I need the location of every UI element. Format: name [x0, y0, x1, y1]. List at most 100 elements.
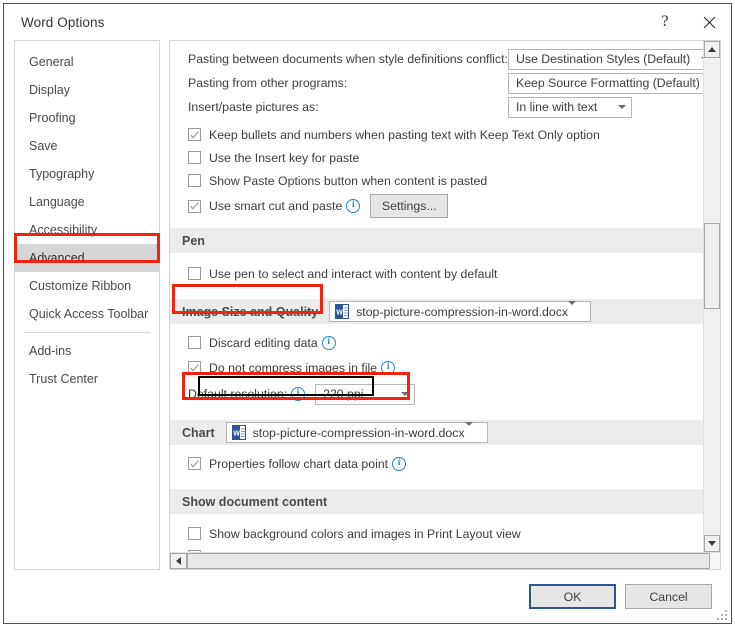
info-icon[interactable]: i [346, 199, 361, 213]
do-not-compress-images-checkbox[interactable] [188, 361, 201, 374]
dialog-footer: OK Cancel [4, 570, 731, 623]
advanced-options-content: Pasting between documents when style def… [170, 41, 703, 552]
word-document-icon: W [335, 304, 350, 319]
horizontal-scrollbar-track[interactable] [187, 553, 710, 569]
discard-editing-data-row[interactable]: Discard editing data i [170, 331, 703, 354]
smart-cut-paste-row[interactable]: Use smart cut and paste i Settings... [170, 192, 703, 220]
word-document-icon: W [231, 425, 246, 440]
svg-text:W: W [233, 431, 240, 438]
main-inner: Pasting between documents when style def… [170, 41, 720, 552]
vertical-scrollbar-thumb[interactable] [704, 223, 720, 309]
default-resolution-label: Default resolution: [188, 387, 288, 401]
show-background-colors-row[interactable]: Show background colors and images in Pri… [170, 522, 703, 545]
default-resolution-dropdown[interactable]: 220 ppi [315, 383, 416, 405]
smart-cut-paste-settings-button[interactable]: Settings... [370, 194, 449, 218]
info-icon[interactable]: i [392, 456, 407, 471]
sidebar-item-language[interactable]: Language [15, 188, 159, 216]
use-pen-select-row[interactable]: Use pen to select and interact with cont… [170, 262, 703, 285]
help-icon[interactable]: ? [643, 7, 687, 37]
info-icon[interactable]: i [381, 360, 396, 375]
chart-section-title: Chart [182, 425, 215, 440]
discard-editing-data-label: Discard editing data [209, 335, 318, 350]
horizontal-scrollbar[interactable] [170, 552, 720, 569]
sidebar-item-add-ins[interactable]: Add-ins [15, 337, 159, 365]
scroll-up-button[interactable] [704, 41, 720, 58]
title-bar: Word Options ? [4, 4, 731, 40]
insert-paste-pictures-row: Insert/paste pictures as: In line with t… [170, 95, 703, 119]
sidebar-item-trust-center[interactable]: Trust Center [15, 365, 159, 393]
paste-style-conflict-value: Use Destination Styles (Default) [516, 52, 691, 66]
insert-key-paste-row[interactable]: Use the Insert key for paste [170, 146, 703, 169]
do-not-compress-images-label: Do not compress images in file [209, 360, 378, 375]
sidebar-item-label: Proofing [29, 111, 76, 125]
sidebar-item-label: General [29, 55, 74, 69]
smart-cut-paste-checkbox[interactable] [188, 199, 201, 213]
options-sidebar: General Display Proofing Save Typography… [14, 40, 160, 570]
show-document-content-section-title: Show document content [182, 494, 328, 509]
window-controls: ? [643, 4, 731, 40]
window-title: Word Options [21, 14, 105, 30]
sidebar-item-typography[interactable]: Typography [15, 160, 159, 188]
chart-scope-dropdown[interactable]: W stop-picture-compression-in-word.docx [225, 421, 488, 443]
chart-scope-value: stop-picture-compression-in-word.docx [252, 425, 465, 440]
default-resolution-value: 220 ppi [323, 387, 364, 401]
show-background-colors-checkbox[interactable] [188, 527, 201, 540]
sidebar-item-save[interactable]: Save [15, 132, 159, 160]
sidebar-item-label: Accessibility [29, 223, 98, 237]
use-pen-select-label: Use pen to select and interact with cont… [209, 266, 498, 281]
properties-follow-chart-label: Properties follow chart data point [209, 456, 389, 471]
sidebar-item-quick-access-toolbar[interactable]: Quick Access Toolbar [15, 300, 159, 328]
show-background-colors-label: Show background colors and images in Pri… [209, 526, 521, 541]
chevron-down-icon [612, 105, 631, 109]
paste-style-conflict-label: Pasting between documents when style def… [188, 52, 508, 66]
pen-section-header: Pen [170, 228, 703, 253]
paste-other-programs-value: Keep Source Formatting (Default) [516, 76, 700, 90]
info-icon[interactable]: i [321, 335, 336, 350]
dialog-body: General Display Proofing Save Typography… [4, 40, 731, 570]
paste-style-conflict-dropdown[interactable]: Use Destination Styles (Default) [508, 48, 703, 70]
smart-cut-paste-label: Use smart cut and paste [209, 199, 343, 213]
keep-bullets-numbers-label: Keep bullets and numbers when pasting te… [209, 127, 600, 142]
keep-bullets-numbers-row[interactable]: Keep bullets and numbers when pasting te… [170, 123, 703, 146]
scroll-left-button[interactable] [170, 553, 187, 569]
properties-follow-chart-row[interactable]: Properties follow chart data point i [170, 452, 703, 475]
do-not-compress-images-row[interactable]: Do not compress images in file i [170, 356, 703, 379]
image-size-quality-scope-value: stop-picture-compression-in-word.docx [356, 304, 569, 319]
discard-editing-data-checkbox[interactable] [188, 336, 201, 349]
ok-button[interactable]: OK [529, 584, 616, 609]
sidebar-item-label: Quick Access Toolbar [29, 307, 149, 321]
properties-follow-chart-checkbox[interactable] [188, 457, 201, 470]
default-resolution-row: Default resolution: i 220 ppi [170, 382, 703, 406]
sidebar-item-accessibility[interactable]: Accessibility [15, 216, 159, 244]
paste-style-conflict-row: Pasting between documents when style def… [170, 47, 703, 71]
vertical-scrollbar[interactable] [703, 41, 720, 552]
scroll-down-button[interactable] [704, 535, 720, 552]
show-paste-options-checkbox[interactable] [188, 174, 201, 187]
sidebar-divider [24, 332, 150, 333]
resize-grip[interactable] [716, 609, 727, 620]
insert-key-paste-checkbox[interactable] [188, 151, 201, 164]
sidebar-item-label: Add-ins [29, 344, 72, 358]
show-text-wrapped-label: Show text wrapped within the document wi… [209, 550, 471, 553]
sidebar-item-proofing[interactable]: Proofing [15, 104, 159, 132]
horizontal-scrollbar-thumb[interactable] [187, 553, 710, 569]
chevron-down-icon [395, 392, 414, 396]
sidebar-item-advanced[interactable]: Advanced [15, 244, 159, 272]
use-pen-select-checkbox[interactable] [188, 267, 201, 280]
sidebar-item-display[interactable]: Display [15, 76, 159, 104]
sidebar-item-general[interactable]: General [15, 48, 159, 76]
sidebar-item-customize-ribbon[interactable]: Customize Ribbon [15, 272, 159, 300]
insert-paste-pictures-dropdown[interactable]: In line with text [508, 96, 632, 118]
show-text-wrapped-checkbox[interactable] [188, 550, 201, 552]
paste-other-programs-dropdown[interactable]: Keep Source Formatting (Default) [508, 72, 703, 94]
info-icon[interactable]: i [291, 387, 306, 401]
insert-paste-pictures-value: In line with text [516, 100, 598, 114]
options-main-pane: Pasting between documents when style def… [169, 40, 721, 570]
cancel-button[interactable]: Cancel [625, 584, 712, 609]
sidebar-item-label: Advanced [29, 251, 85, 265]
keep-bullets-numbers-checkbox[interactable] [188, 128, 201, 141]
close-icon[interactable] [687, 7, 731, 37]
image-size-quality-scope-dropdown[interactable]: W stop-picture-compression-in-word.docx [329, 300, 592, 322]
show-paste-options-row[interactable]: Show Paste Options button when content i… [170, 169, 703, 192]
show-text-wrapped-row[interactable]: Show text wrapped within the document wi… [170, 545, 703, 552]
